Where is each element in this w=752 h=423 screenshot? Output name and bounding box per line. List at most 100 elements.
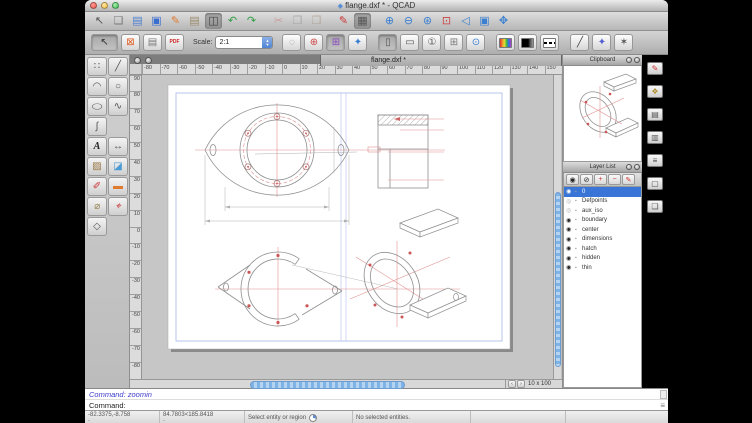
dock-clipboard-button[interactable]: ❏ [647,200,663,213]
combo-arrows-icon[interactable]: ▲▼ [262,36,272,49]
grid-settings-button[interactable]: ⊞ [444,34,463,51]
layer-row[interactable]: ◉ ▪ 0 [564,187,641,197]
add-layer-button[interactable]: + [594,174,607,185]
reset-action-button[interactable]: ⊠ [121,34,140,51]
snap-auto-button[interactable]: ✦ [348,34,367,51]
layer-visibility-icon[interactable]: ◉ [566,188,573,195]
zoom-window-button[interactable]: ⊡ [438,13,455,29]
pdf-export-button[interactable]: PDF [165,34,184,51]
ellipse-tools-button[interactable]: ◯ [87,97,107,116]
layer-row[interactable]: ◉ ▪ hidden [564,254,641,264]
layer-lock-icon[interactable]: ▪ [575,198,580,204]
layer-visibility-icon[interactable]: ◉ [566,245,573,252]
drawing-canvas[interactable] [142,75,553,379]
command-line[interactable]: Command: ≡ [85,399,668,410]
command-prompt[interactable]: Command: [85,401,660,410]
print-button[interactable]: ▤ [186,13,203,29]
cut-button[interactable]: ✂ [270,13,287,29]
snap-grid-button[interactable]: ⊕ [304,34,323,51]
color-swatch-button[interactable] [496,34,515,51]
vertical-scrollbar-thumb[interactable] [555,192,561,367]
command-history-scrollbar[interactable] [660,390,667,399]
corner-right-button[interactable]: › [517,380,525,388]
modify-tools-button[interactable]: ✐ [87,177,107,196]
sheet-settings-button[interactable]: ① [422,34,441,51]
new-file-button[interactable]: ❏ [110,13,127,29]
grid-toggle-button[interactable]: ▦ [354,13,371,29]
save-as-button[interactable]: ✎ [167,13,184,29]
dock-command-button[interactable]: ≡ [647,154,663,167]
layer-row[interactable]: ◉ ▪ boundary [564,216,641,226]
panel-float-button[interactable] [626,164,632,170]
zoom-selection-button[interactable]: ▣ [476,13,493,29]
layer-lock-icon[interactable]: ▪ [575,227,580,233]
layer-lock-icon[interactable]: ▪ [575,217,580,223]
tab-float-button[interactable] [145,57,152,64]
arc-tools-button[interactable]: ◠ [87,77,107,96]
layer-visibility-icon[interactable]: ◉ [566,264,573,271]
horizontal-scrollbar-thumb[interactable] [250,381,405,389]
layer-visibility-icon[interactable]: ◉ [566,236,573,243]
measure-tools-button[interactable]: ⌀ [87,197,107,216]
layer-visibility-icon[interactable]: ◎ [566,207,573,214]
zoom-page-button[interactable]: ⊙ [466,34,485,51]
spline-tools-button[interactable]: ∫ [87,117,107,136]
panel-float-button[interactable] [626,57,632,63]
dock-pen-button[interactable]: ✎ [647,62,663,75]
linetype-swatch-button[interactable] [540,34,559,51]
zoom-in-button[interactable]: ⊕ [381,13,398,29]
snap-intersection-button[interactable]: ⊞ [326,34,345,51]
edit-pen-button[interactable]: ✎ [335,13,352,29]
hide-all-layers-button[interactable]: ⊘ [580,174,593,185]
layer-visibility-icon[interactable]: ◉ [566,226,573,233]
layer-lock-icon[interactable]: ▪ [575,189,580,195]
copy-button[interactable]: ❐ [289,13,306,29]
previous-view-button[interactable]: ◁ [457,13,474,29]
dock-library-button[interactable]: ❖ [647,85,663,98]
snap-tools-button[interactable]: ⌖ [108,197,128,216]
layer-lock-icon[interactable]: ▪ [575,255,580,261]
dimension-tools-button[interactable]: ↔ [108,137,128,156]
panel-close-button[interactable] [634,57,640,63]
trim-tools-button[interactable]: ▬ [108,177,128,196]
polyline-tools-button[interactable]: ∿ [108,97,128,116]
layer-row[interactable]: ◉ ▪ center [564,225,641,235]
layer-row[interactable]: ◉ ▪ thin [564,263,641,273]
layer-lock-icon[interactable]: ▪ [575,265,580,271]
scale-combobox[interactable]: 2:1 ▲▼ [215,36,273,49]
paste-button[interactable]: ❒ [308,13,325,29]
panel-close-button[interactable] [634,164,640,170]
projection-tools-button[interactable]: ◇ [87,217,107,236]
horizontal-scrollbar[interactable] [130,380,505,388]
dock-selection-button[interactable]: ▢ [647,177,663,190]
layer-lock-icon[interactable]: ▪ [575,246,580,252]
page-landscape-button[interactable]: ▭ [400,34,419,51]
save-file-button[interactable]: ▣ [148,13,165,29]
edit-layer-button[interactable]: ✎ [622,174,635,185]
layer-row[interactable]: ◉ ▪ hatch [564,244,641,254]
tab-close-button[interactable] [134,57,141,64]
dock-views-button[interactable]: ▥ [647,131,663,144]
circle-tools-button[interactable]: ○ [108,77,128,96]
layer-row[interactable]: ◎ ▪ Defpoints [564,197,641,207]
minimize-window-button[interactable] [101,2,108,9]
printer-button[interactable]: ▤ [143,34,162,51]
zoom-window-button[interactable] [112,2,119,9]
auto-zoom-button[interactable]: ⊛ [419,13,436,29]
remove-layer-button[interactable]: − [608,174,621,185]
zoom-out-button[interactable]: ⊖ [400,13,417,29]
select-tool-button[interactable]: ↖ [91,13,108,29]
open-file-button[interactable]: ▤ [129,13,146,29]
lineweight-swatch-button[interactable] [518,34,537,51]
document-tab[interactable]: flange.dxf * [320,55,562,66]
hatch-tool-button[interactable]: ▨ [87,157,107,176]
layer-visibility-icon[interactable]: ◉ [566,255,573,262]
image-tool-button[interactable]: ◪ [108,157,128,176]
snap-free-button[interactable]: ◌ [282,34,301,51]
line-angle-button[interactable]: ╱ [570,34,589,51]
page-portrait-button[interactable]: ▯ [378,34,397,51]
layer-lock-icon[interactable]: ▪ [575,236,580,242]
layer-row[interactable]: ◉ ▪ dimensions [564,235,641,245]
layer-lock-icon[interactable]: ▪ [575,208,580,214]
line-tools-button[interactable]: ╱ [108,57,128,76]
